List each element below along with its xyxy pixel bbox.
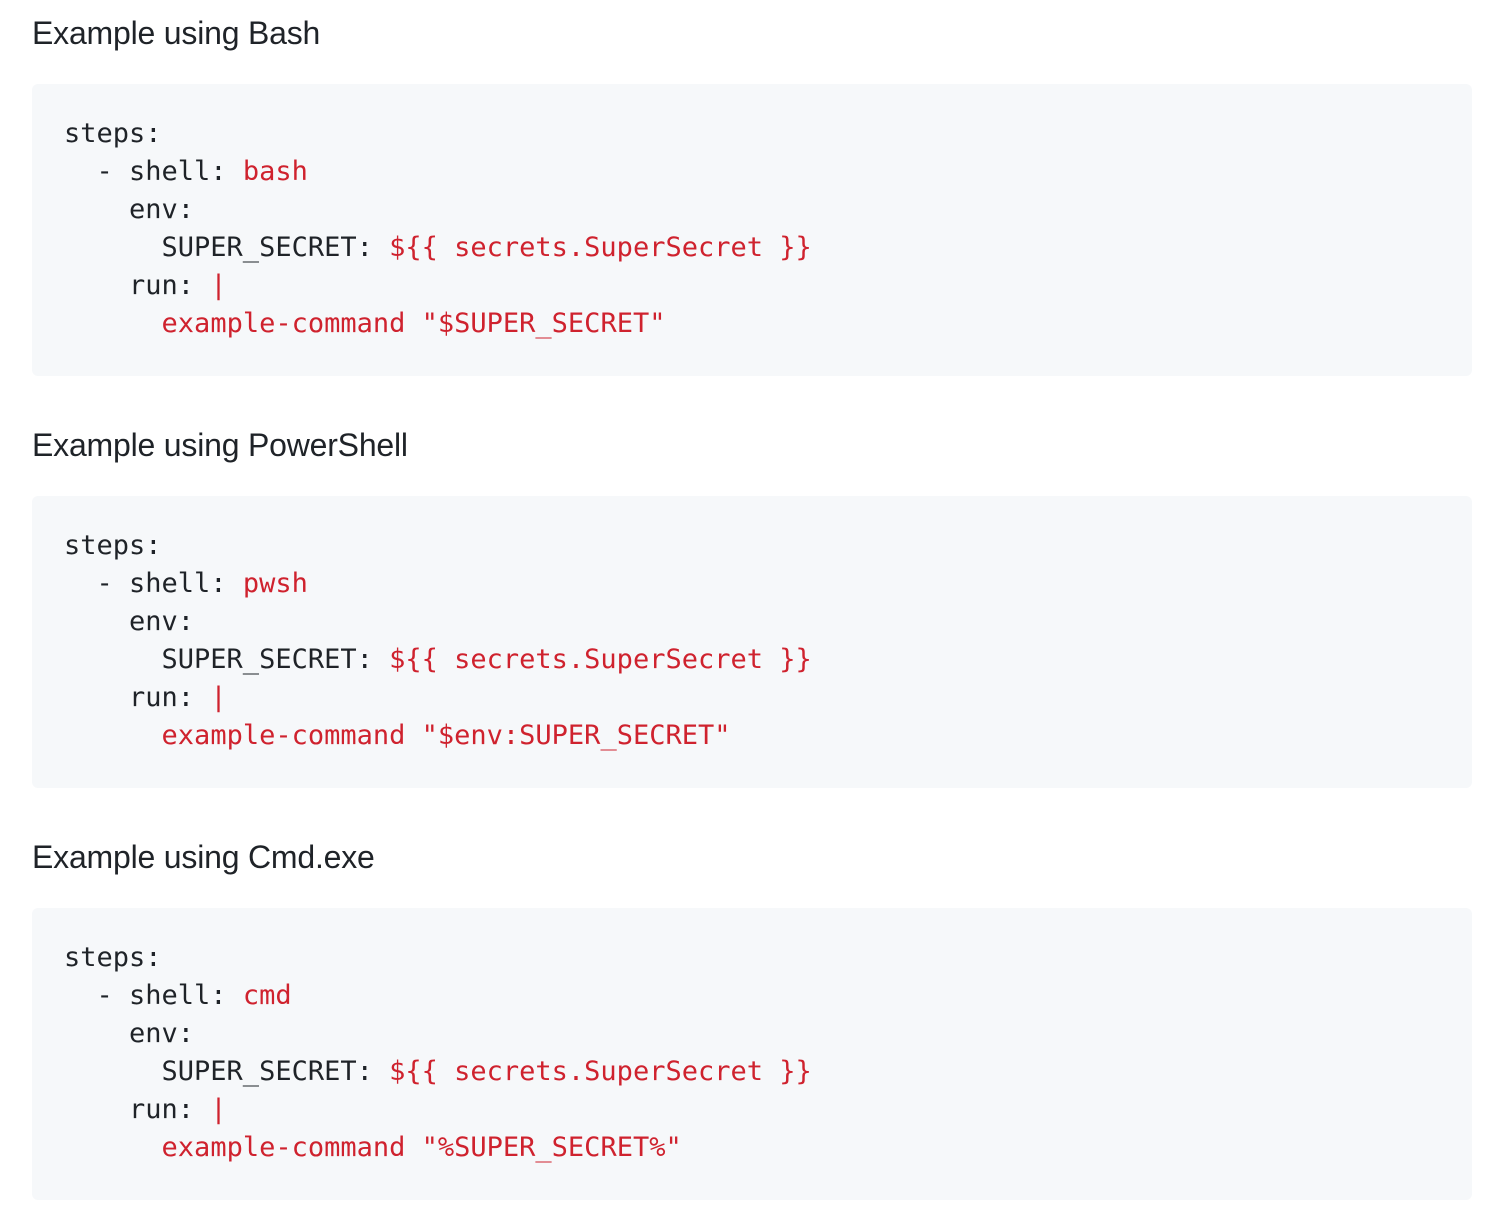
heading-powershell-example: Example using PowerShell xyxy=(32,427,408,463)
code-line: steps: xyxy=(64,939,1440,977)
code-line: - shell: bash xyxy=(64,153,1440,191)
code-line: run: | xyxy=(64,1091,1440,1129)
code-line: run: | xyxy=(64,679,1440,717)
code-line: - shell: pwsh xyxy=(64,565,1440,603)
code-key: SUPER_SECRET: xyxy=(64,232,390,263)
code-key: - shell: xyxy=(64,156,243,187)
code-value: example-command "$SUPER_SECRET" xyxy=(161,308,666,339)
code-value: | xyxy=(210,682,227,713)
code-content: steps: - shell: bash env: SUPER_SECRET: … xyxy=(64,115,1440,343)
code-line: example-command "$SUPER_SECRET" xyxy=(64,305,1440,343)
code-value: ${{ secrets.SuperSecret }} xyxy=(389,644,812,675)
code-value: pwsh xyxy=(242,568,308,599)
code-key: env: xyxy=(64,1018,195,1049)
code-key: env: xyxy=(64,606,195,637)
code-key: - shell: xyxy=(64,568,243,599)
code-line: env: xyxy=(64,1015,1440,1053)
code-line: env: xyxy=(64,603,1440,641)
code-line: SUPER_SECRET: ${{ secrets.SuperSecret }} xyxy=(64,229,1440,267)
code-line: SUPER_SECRET: ${{ secrets.SuperSecret }} xyxy=(64,641,1440,679)
code-value: example-command "$env:SUPER_SECRET" xyxy=(161,720,731,751)
code-line: run: | xyxy=(64,267,1440,305)
code-line: - shell: cmd xyxy=(64,977,1440,1015)
code-value: bash xyxy=(242,156,308,187)
code-key: SUPER_SECRET: xyxy=(64,1056,390,1087)
code-block-powershell[interactable]: steps: - shell: pwsh env: SUPER_SECRET: … xyxy=(32,496,1472,788)
code-key: env: xyxy=(64,194,195,225)
code-key: SUPER_SECRET: xyxy=(64,644,390,675)
code-value: ${{ secrets.SuperSecret }} xyxy=(389,232,812,263)
code-line: example-command "$env:SUPER_SECRET" xyxy=(64,717,1440,755)
code-line: env: xyxy=(64,191,1440,229)
heading-cmd-example: Example using Cmd.exe xyxy=(32,839,375,875)
code-value: | xyxy=(210,1094,227,1125)
code-value: | xyxy=(210,270,227,301)
heading-bash-example: Example using Bash xyxy=(32,15,321,51)
code-content: steps: - shell: cmd env: SUPER_SECRET: $… xyxy=(64,939,1440,1167)
code-line: example-command "%SUPER_SECRET%" xyxy=(64,1129,1440,1167)
code-key: run: xyxy=(64,1094,211,1125)
code-value: example-command "%SUPER_SECRET%" xyxy=(161,1132,682,1163)
code-block-bash[interactable]: steps: - shell: bash env: SUPER_SECRET: … xyxy=(32,84,1472,376)
code-key: steps: xyxy=(64,530,162,561)
code-block-cmd[interactable]: steps: - shell: cmd env: SUPER_SECRET: $… xyxy=(32,908,1472,1200)
code-value: cmd xyxy=(242,980,292,1011)
code-line: steps: xyxy=(64,115,1440,153)
code-line: steps: xyxy=(64,527,1440,565)
code-line: SUPER_SECRET: ${{ secrets.SuperSecret }} xyxy=(64,1053,1440,1091)
code-content: steps: - shell: pwsh env: SUPER_SECRET: … xyxy=(64,527,1440,755)
code-key: - shell: xyxy=(64,980,243,1011)
code-key: run: xyxy=(64,682,211,713)
code-value: ${{ secrets.SuperSecret }} xyxy=(389,1056,812,1087)
code-key: steps: xyxy=(64,118,162,149)
code-key: run: xyxy=(64,270,211,301)
code-key: steps: xyxy=(64,942,162,973)
